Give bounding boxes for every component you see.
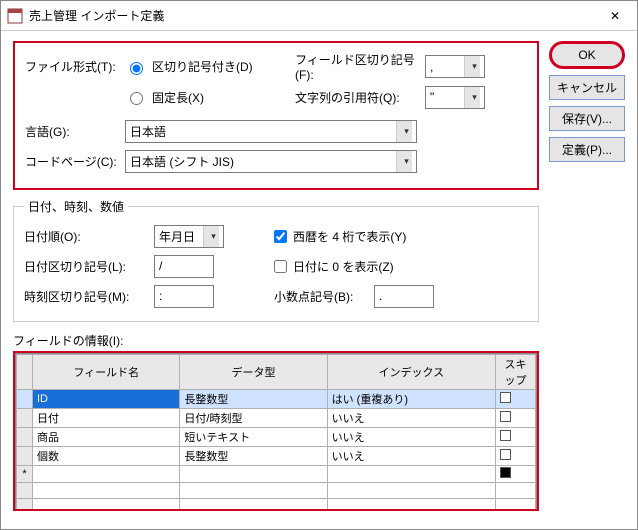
format-section: ファイル形式(T): 区切り記号付き(D) フィールド区切り記号(F): , ▾ [13,41,539,190]
cell-type[interactable]: 長整数型 [180,447,327,466]
chevron-down-icon: ▾ [464,87,480,108]
text-qualifier-value: " [430,90,434,104]
language-select[interactable]: 日本語 ▾ [125,120,417,143]
col-skip[interactable]: スキップ [496,355,536,390]
col-type[interactable]: データ型 [180,355,327,390]
cell-index[interactable]: はい (重複あり) [327,390,495,409]
language-label: 言語(G): [25,123,125,140]
save-button[interactable]: 保存(V)... [549,106,625,131]
cell-type[interactable]: 長整数型 [180,390,327,409]
codepage-select[interactable]: 日本語 (シフト JIS) ▾ [125,150,417,173]
col-name[interactable]: フィールド名 [33,355,180,390]
col-index[interactable]: インデックス [327,355,495,390]
cell-name[interactable]: 個数 [33,447,180,466]
field-delim-select[interactable]: , ▾ [425,55,485,78]
cell-skip[interactable] [496,409,536,428]
fields-grid-wrap: フィールド名 データ型 インデックス スキップ ID 長整数型 はい (重複あり… [13,351,539,511]
codepage-value: 日本語 (シフト JIS) [130,153,234,170]
file-format-label: ファイル形式(T): [25,58,125,75]
chevron-down-icon: ▾ [464,56,480,77]
cell-name[interactable]: 日付 [33,409,180,428]
field-delim-label: フィールド区切り記号(F): [295,51,425,82]
cell-skip[interactable] [496,466,536,483]
table-row[interactable]: 個数 長整数型 いいえ [17,447,536,466]
cell-skip[interactable] [496,390,536,409]
chevron-down-icon: ▾ [396,121,412,142]
chevron-down-icon: ▾ [396,151,412,172]
cell-type[interactable]: 短いテキスト [180,428,327,447]
cell-skip[interactable] [496,428,536,447]
date-order-select[interactable]: 年月日 ▾ [154,225,224,248]
radio-delimited-label: 区切り記号付き(D) [152,58,253,75]
decimal-input[interactable] [374,285,434,308]
fields-info-label: フィールドの情報(I): [13,332,539,349]
cell-type[interactable]: 日付/時刻型 [180,409,327,428]
cancel-button[interactable]: キャンセル [549,75,625,100]
table-row-new[interactable]: * [17,466,536,483]
cell-name[interactable]: ID [33,390,180,409]
cell-index[interactable]: いいえ [327,447,495,466]
close-button[interactable]: ✕ [593,1,637,31]
date-order-label: 日付順(O): [24,228,154,245]
time-delim-label: 時刻区切り記号(M): [24,288,154,305]
cell-index[interactable]: いいえ [327,428,495,447]
date-order-value: 年月日 [159,228,195,245]
table-row[interactable]: 日付 日付/時刻型 いいえ [17,409,536,428]
time-delim-input[interactable] [154,285,214,308]
titlebar: 売上管理 インポート定義 ✕ [1,1,637,31]
text-qualifier-select[interactable]: " ▾ [425,86,485,109]
four-digit-checkbox[interactable] [274,230,287,243]
app-icon [7,8,23,24]
define-button[interactable]: 定義(P)... [549,137,625,162]
radio-fixed[interactable] [130,92,143,105]
date-delim-input[interactable] [154,255,214,278]
language-value: 日本語 [130,123,166,140]
chevron-down-icon: ▾ [203,226,219,247]
table-row[interactable]: ID 長整数型 はい (重複あり) [17,390,536,409]
cell-index[interactable]: いいえ [327,409,495,428]
fields-grid-scroll[interactable]: フィールド名 データ型 インデックス スキップ ID 長整数型 はい (重複あり… [15,353,537,511]
datetime-group: 日付、時刻、数値 日付順(O): 年月日 ▾ 西暦を 4 桁で表示(Y) 日付区… [13,198,539,322]
leading-zero-label: 日付に 0 を表示(Z) [293,258,394,275]
field-delim-value: , [430,60,433,74]
leading-zero-checkbox[interactable] [274,260,287,273]
text-qualifier-label: 文字列の引用符(Q): [295,89,425,106]
four-digit-label: 西暦を 4 桁で表示(Y) [293,228,406,245]
fields-grid[interactable]: フィールド名 データ型 インデックス スキップ ID 長整数型 はい (重複あり… [16,354,536,511]
cell-name[interactable]: 商品 [33,428,180,447]
date-delim-label: 日付区切り記号(L): [24,258,154,275]
ok-button[interactable]: OK [549,41,625,69]
window-title: 売上管理 インポート定義 [29,7,164,24]
radio-fixed-label: 固定長(X) [152,89,204,106]
close-icon: ✕ [610,9,620,23]
table-row[interactable]: 商品 短いテキスト いいえ [17,428,536,447]
radio-delimited[interactable] [130,62,143,75]
codepage-label: コードページ(C): [25,153,125,170]
datetime-legend: 日付、時刻、数値 [24,198,128,215]
cell-skip[interactable] [496,447,536,466]
decimal-label: 小数点記号(B): [274,288,374,305]
